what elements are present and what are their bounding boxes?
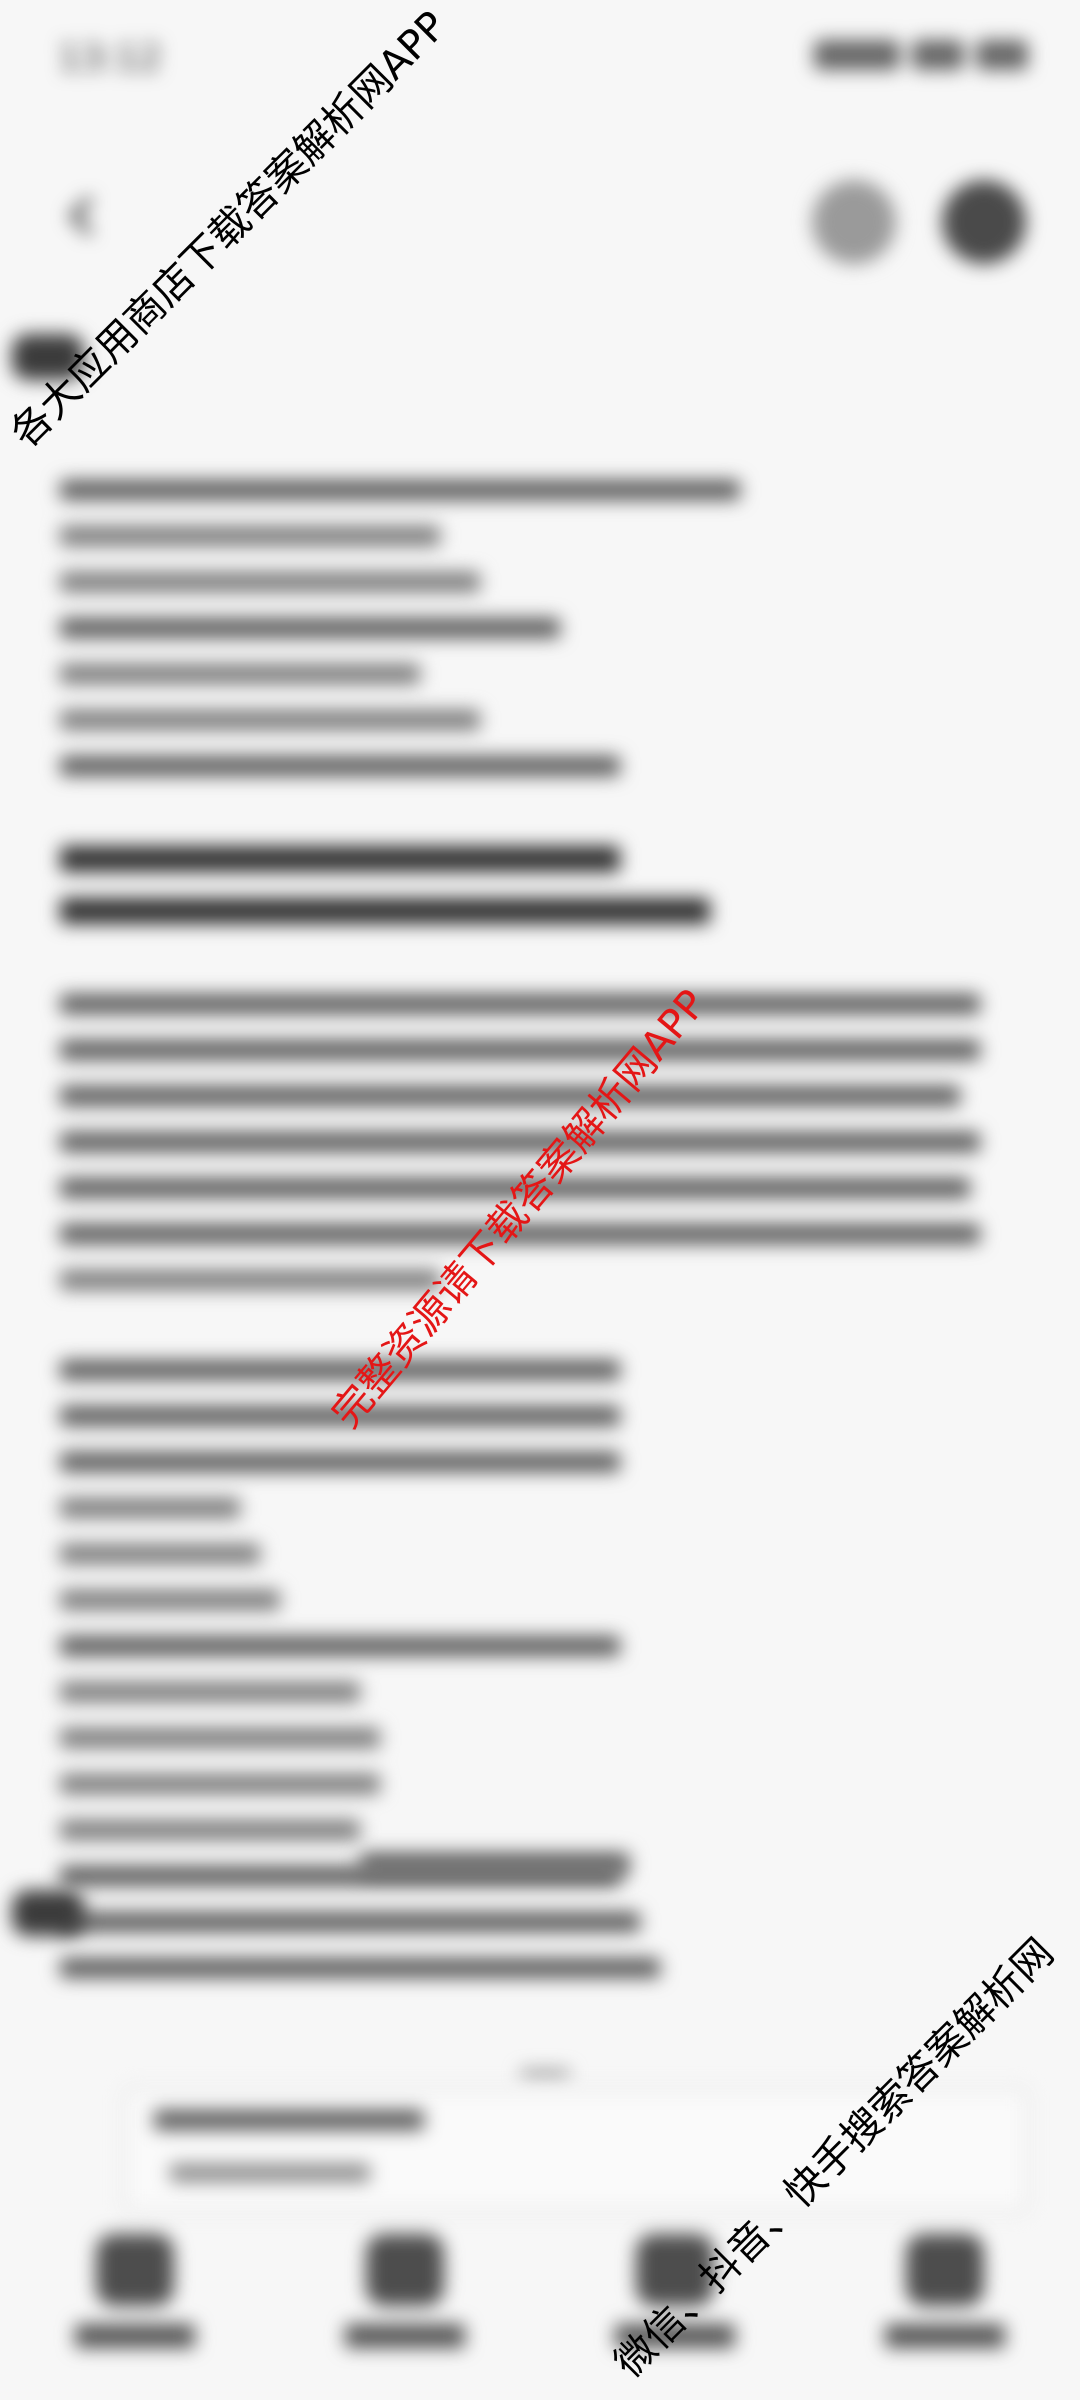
- text-line: [60, 572, 480, 592]
- page-footer-text: [360, 1852, 630, 1876]
- clock-icon[interactable]: [812, 180, 896, 264]
- text-line: [60, 1728, 380, 1748]
- text-line: [60, 1636, 620, 1656]
- text-line: [60, 756, 620, 776]
- text-line: [60, 526, 440, 546]
- nav-label: [885, 2324, 1005, 2348]
- status-time: 13:12: [58, 38, 162, 79]
- battery-icon: [976, 40, 1028, 70]
- nav-item-home[interactable]: [45, 2210, 225, 2400]
- text-line: [60, 1270, 440, 1290]
- text-line: [60, 710, 480, 730]
- chevron-left-icon[interactable]: [58, 190, 110, 242]
- document-page: [60, 480, 1000, 2004]
- text-line: [60, 1452, 620, 1472]
- wifi-icon: [912, 40, 964, 70]
- nav-item-document[interactable]: [315, 2210, 495, 2400]
- more-icon: [906, 2234, 984, 2306]
- text-line: [60, 664, 420, 684]
- text-line: [60, 1590, 280, 1610]
- bottom-nav: [0, 2210, 1080, 2400]
- nav-label: [345, 2324, 465, 2348]
- text-line: [60, 1132, 980, 1152]
- card-hint: [170, 2164, 370, 2182]
- text-line: [60, 1958, 660, 1978]
- text-line: [60, 618, 560, 638]
- status-bar: 13:12: [0, 0, 1080, 110]
- card-title: [154, 2110, 424, 2130]
- text-line: [60, 1086, 960, 1106]
- heading-line: [60, 898, 710, 924]
- text-line: [60, 1682, 360, 1702]
- text-line: [60, 1040, 980, 1060]
- drag-handle[interactable]: [520, 2070, 570, 2078]
- text-line: [60, 1774, 380, 1794]
- text-line: [60, 480, 740, 500]
- text-line: [60, 1912, 640, 1932]
- page-tag: [12, 1890, 84, 1936]
- heading-line: [60, 846, 620, 872]
- nav-item-more[interactable]: [855, 2210, 1035, 2400]
- text-line: [60, 1544, 260, 1564]
- document-icon: [366, 2234, 444, 2306]
- text-line: [60, 1820, 360, 1840]
- nav-label: [75, 2324, 195, 2348]
- signal-icon: [814, 40, 900, 70]
- text-line: [60, 1498, 240, 1518]
- home-icon: [96, 2234, 174, 2306]
- status-icons: [814, 40, 1028, 70]
- text-line: [60, 994, 980, 1014]
- grid-icon[interactable]: [942, 180, 1026, 264]
